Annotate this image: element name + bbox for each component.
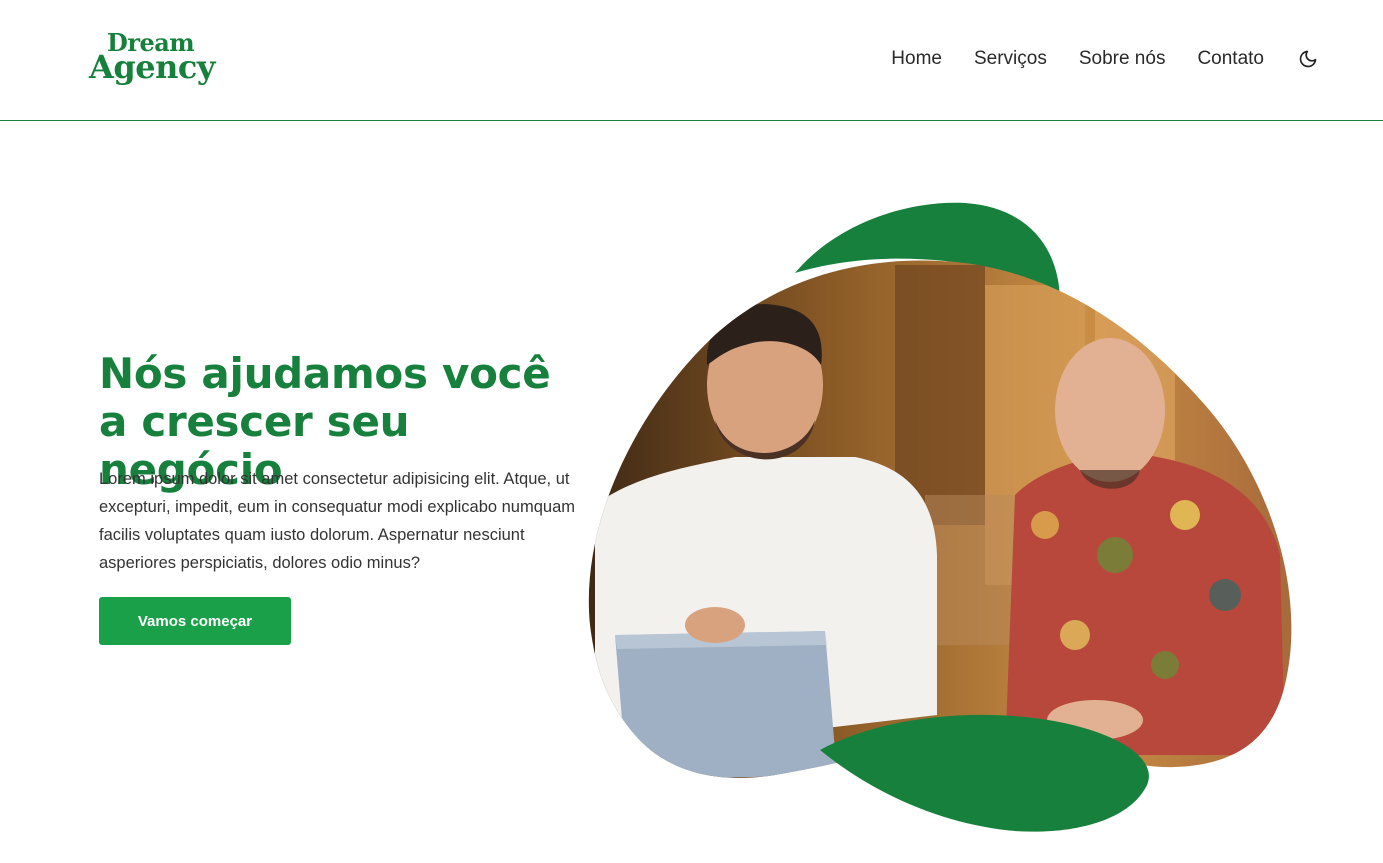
- hero-image: [588, 202, 1292, 832]
- get-started-button[interactable]: Vamos começar: [99, 597, 291, 645]
- nav-services-link[interactable]: Serviços: [974, 44, 1047, 74]
- nav-about-link[interactable]: Sobre nós: [1079, 44, 1166, 74]
- nav-contact-link[interactable]: Contato: [1197, 44, 1264, 74]
- hero-description: Lorem ipsum dolor sit amet consectetur a…: [99, 470, 576, 572]
- main-nav: Home Serviços Sobre nós Contato: [891, 44, 1319, 74]
- site-header: Dream Agency Home Serviços Sobre nós Con…: [0, 0, 1383, 121]
- logo-line2: Agency: [89, 48, 215, 86]
- logo[interactable]: Dream Agency: [89, 30, 219, 86]
- moon-icon: [1299, 50, 1317, 68]
- theme-toggle-button[interactable]: [1297, 48, 1319, 70]
- nav-home-link[interactable]: Home: [891, 44, 942, 74]
